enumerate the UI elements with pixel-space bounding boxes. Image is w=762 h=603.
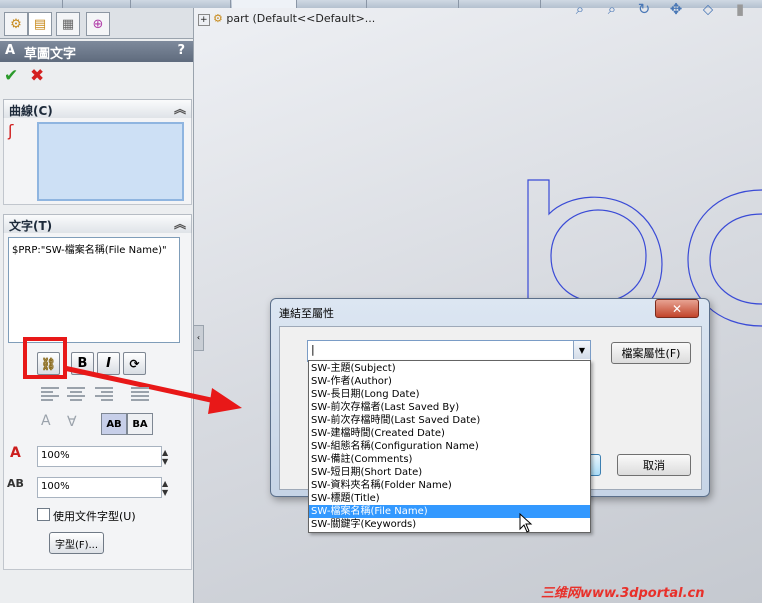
property-manager-title: 草圖文字 xyxy=(24,47,77,62)
tab-office[interactable] xyxy=(366,0,459,8)
curve-group-label: 曲線(C) xyxy=(9,104,53,118)
file-properties-button[interactable]: 檔案屬性(F) xyxy=(611,342,691,364)
view-orientation-icon[interactable]: ⬦ xyxy=(698,0,718,20)
dimxpert-tab-icon[interactable]: ⊕ xyxy=(86,12,110,36)
spacing-icon: AB xyxy=(7,477,24,490)
property-combo[interactable]: | ▼ xyxy=(307,340,591,362)
tab-features[interactable] xyxy=(0,0,63,8)
list-item[interactable]: SW-資料夾名稱(Folder Name) xyxy=(309,479,590,492)
use-document-font-label: 使用文件字型(U) xyxy=(53,510,136,523)
list-item[interactable]: SW-長日期(Long Date) xyxy=(309,388,590,401)
list-item[interactable]: SW-組態名稱(Configuration Name) xyxy=(309,440,590,453)
spacing-value: 100% xyxy=(41,481,70,492)
curve-group-header[interactable]: 曲線(C) ︽ xyxy=(3,99,192,119)
list-item[interactable]: SW-備註(Comments) xyxy=(309,453,590,466)
tab-dimxpert[interactable] xyxy=(296,0,367,8)
cancel-x-icon[interactable]: ✖ xyxy=(30,66,44,86)
close-icon: ✕ xyxy=(671,301,683,316)
spacing-spinner[interactable]: ▲ ▼ xyxy=(162,479,168,497)
dialog-close-button[interactable]: ✕ xyxy=(655,299,699,318)
list-item[interactable]: SW-主題(Subject) xyxy=(309,362,590,375)
dialog-title: 連結至屬性 xyxy=(279,307,334,320)
zoom-to-fit-icon[interactable]: ⌕ xyxy=(570,0,590,20)
property-manager-header: A 草圖文字 ? xyxy=(0,41,193,62)
part-icon: ⚙ xyxy=(213,12,223,25)
use-document-font-checkbox[interactable] xyxy=(37,508,50,521)
cancel-button[interactable]: 取消 xyxy=(617,454,691,476)
sketch-text-icon: A xyxy=(5,43,16,58)
width-factor-spinner[interactable]: ▲ ▼ xyxy=(162,448,168,466)
list-item[interactable]: SW-關鍵字(Keywords) xyxy=(309,518,590,531)
mouse-pointer-icon xyxy=(519,513,533,533)
sketch-text-input[interactable]: $PRP:"SW-檔案名稱(File Name)" xyxy=(8,237,180,343)
expand-icon[interactable]: + xyxy=(198,14,210,26)
list-item[interactable]: SW-作者(Author) xyxy=(309,375,590,388)
list-item[interactable]: SW-前次存檔時間(Last Saved Date) xyxy=(309,414,590,427)
annotation-arrow-icon xyxy=(63,365,242,414)
align-right-icon[interactable] xyxy=(95,385,113,401)
help-button[interactable]: ? xyxy=(177,43,185,58)
panel-collapse-handle[interactable]: ‹ xyxy=(193,325,204,351)
collapse-chevron-icon[interactable]: ︽ xyxy=(174,100,186,117)
curve-selection-icon: ʃ xyxy=(8,121,14,140)
width-factor-value: 100% xyxy=(41,450,70,461)
watermark-text: 三维网www.3dportal.cn xyxy=(541,586,705,601)
property-dropdown-list: SW-主題(Subject) SW-作者(Author) SW-長日期(Long… xyxy=(308,360,591,533)
list-item[interactable]: SW-建檔時間(Created Date) xyxy=(309,427,590,440)
list-item[interactable]: SW-短日期(Short Date) xyxy=(309,466,590,479)
feature-tree-root[interactable]: + ⚙ part (Default<<Default>... xyxy=(198,12,376,26)
annotation-highlight-box xyxy=(23,337,67,379)
tab-sketch[interactable] xyxy=(62,0,131,8)
pan-icon[interactable]: ✥ xyxy=(666,0,686,20)
font-button[interactable]: 字型(F)... xyxy=(49,532,104,554)
align-center-icon[interactable] xyxy=(67,385,85,401)
list-item[interactable]: SW-標題(Title) xyxy=(309,492,590,505)
sketch-text-value: $PRP:"SW-檔案名稱(File Name)" xyxy=(12,245,167,256)
text-group-header[interactable]: 文字(T) ︽ xyxy=(3,214,192,234)
zoom-area-icon[interactable]: ⌕ xyxy=(602,0,622,20)
list-item-selected[interactable]: SW-檔案名稱(File Name) xyxy=(309,505,590,518)
flip-horizontal-icon[interactable]: AB xyxy=(101,413,127,435)
flip-horizontal-mirror-icon[interactable]: BA xyxy=(127,413,153,435)
ok-check-icon[interactable]: ✔ xyxy=(4,66,18,86)
configuration-tab-icon[interactable]: ▦ xyxy=(56,12,80,36)
tab-evaluate[interactable] xyxy=(130,0,231,8)
tree-root-label: part (Default<<Default>... xyxy=(226,12,376,25)
text-group-label: 文字(T) xyxy=(9,219,53,233)
property-manager-tab-icon[interactable]: ▤ xyxy=(28,12,52,36)
tab-assembly[interactable] xyxy=(458,0,541,8)
justify-icon[interactable] xyxy=(131,385,149,401)
chevron-down-icon[interactable]: ▼ xyxy=(573,341,590,359)
spacing-input[interactable]: 100% xyxy=(37,477,162,498)
flip-vertical-down-icon[interactable]: ∀ xyxy=(67,414,77,430)
align-left-icon[interactable] xyxy=(41,385,59,401)
collapse-chevron-icon[interactable]: ︽ xyxy=(174,215,186,232)
display-style-icon[interactable]: ▮ xyxy=(730,0,750,20)
width-factor-input[interactable]: 100% xyxy=(37,446,162,467)
text-cursor: | xyxy=(311,343,315,356)
feature-tree-tab-icon[interactable]: ⚙ xyxy=(4,12,28,36)
curve-selection-box[interactable] xyxy=(37,122,184,201)
tab-active[interactable] xyxy=(232,0,297,8)
flip-vertical-icon[interactable]: A xyxy=(41,413,51,429)
list-item[interactable]: SW-前次存檔者(Last Saved By) xyxy=(309,401,590,414)
rotate-icon[interactable]: ↻ xyxy=(634,0,654,20)
width-factor-icon: A xyxy=(10,445,21,461)
